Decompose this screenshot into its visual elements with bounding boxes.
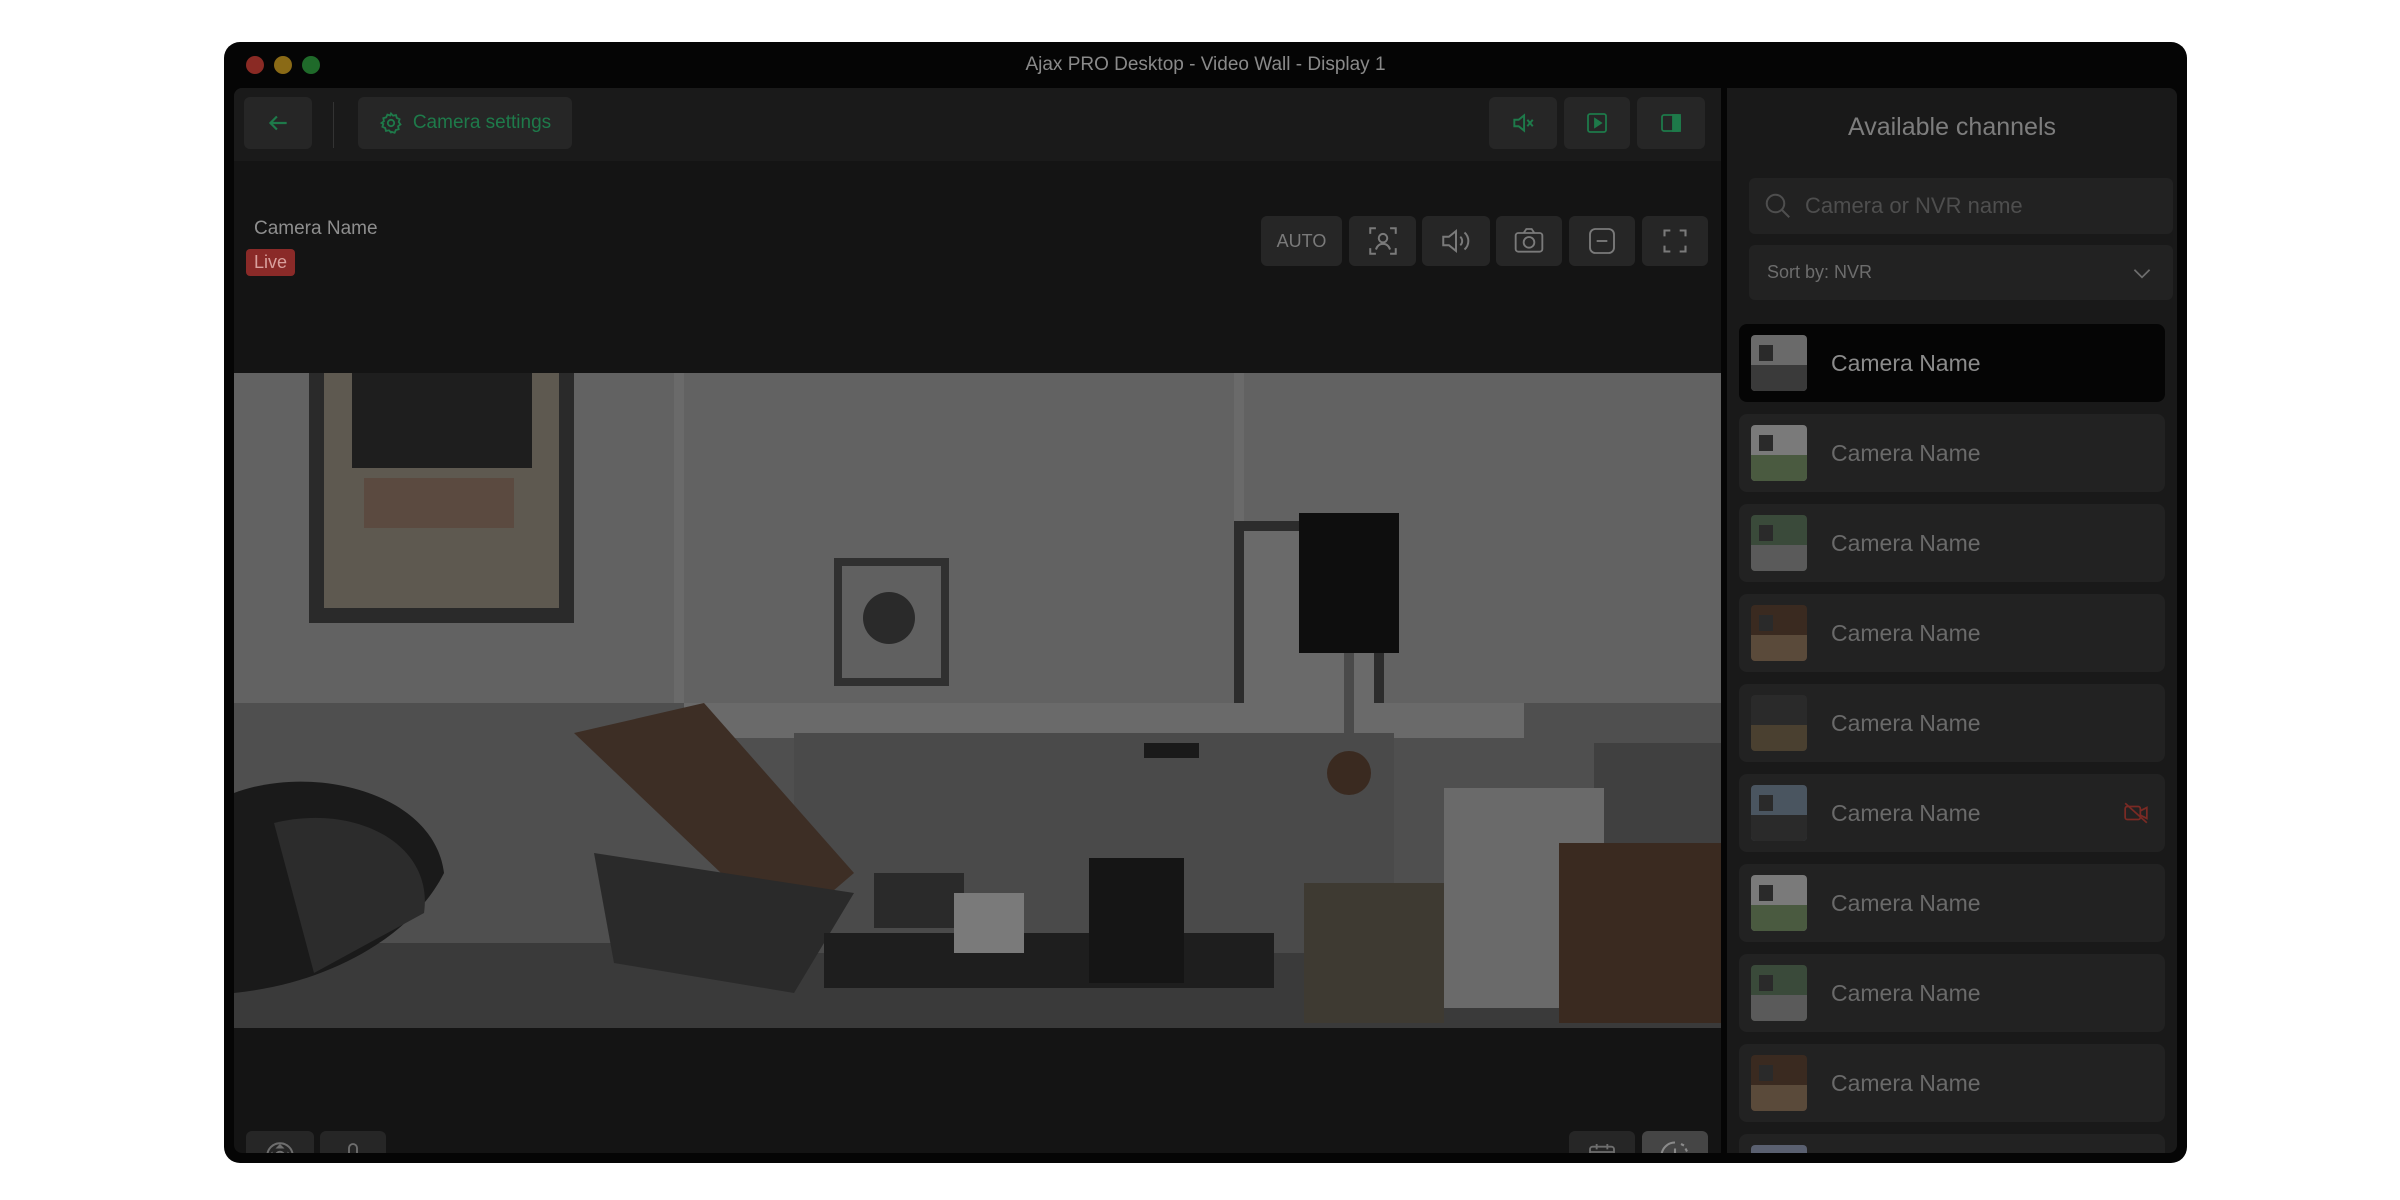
channel-item[interactable]: Camera Name bbox=[1739, 504, 2165, 582]
search-box bbox=[1749, 178, 2173, 234]
app-window: Ajax PRO Desktop - Video Wall - Display … bbox=[224, 42, 2187, 1163]
speaker-muted-icon bbox=[1513, 113, 1534, 133]
ptz-control-icon bbox=[266, 1142, 294, 1153]
channel-item[interactable]: Camera Name bbox=[1739, 684, 2165, 762]
zoom-auto-button[interactable]: AUTO bbox=[1261, 216, 1342, 266]
channel-label: Camera Name bbox=[1831, 349, 1981, 376]
channel-thumbnail bbox=[1751, 695, 1807, 751]
channel-label: Camera Name bbox=[1831, 619, 1981, 646]
chevron-down-icon bbox=[2133, 268, 2151, 279]
channel-label: Camera Name bbox=[1831, 709, 1981, 736]
channel-thumbnail bbox=[1751, 785, 1807, 841]
camera-name-label: Camera Name bbox=[254, 218, 378, 239]
channel-thumbnail bbox=[1751, 1145, 1807, 1153]
channel-thumbnail bbox=[1751, 875, 1807, 931]
top-toolbar: Camera settings bbox=[234, 88, 1721, 161]
video-pane: Camera settings Camera Name Live AUTO bbox=[234, 88, 1721, 1153]
channel-item[interactable]: Camera Name bbox=[1739, 864, 2165, 942]
camera-off-icon bbox=[2124, 802, 2148, 824]
ptz-control-button[interactable] bbox=[246, 1131, 314, 1153]
channel-label: Camera Name bbox=[1831, 439, 1981, 466]
channel-item[interactable]: Camera Name bbox=[1739, 954, 2165, 1032]
close-window-button[interactable] bbox=[246, 56, 264, 74]
channel-thumbnail bbox=[1751, 425, 1807, 481]
toolbar-divider bbox=[333, 102, 334, 148]
zoom-out-button[interactable] bbox=[1569, 216, 1635, 266]
fullscreen-button[interactable] bbox=[1642, 216, 1708, 266]
mute-button[interactable] bbox=[1489, 97, 1557, 149]
channel-item[interactable]: Camera Name bbox=[1739, 594, 2165, 672]
channel-thumbnail bbox=[1751, 335, 1807, 391]
channel-thumbnail bbox=[1751, 515, 1807, 571]
calendar-icon bbox=[1589, 1144, 1615, 1153]
minimize-window-button[interactable] bbox=[274, 56, 292, 74]
live-badge: Live bbox=[246, 249, 296, 276]
microphone-button[interactable] bbox=[320, 1131, 386, 1153]
face-scan-icon bbox=[1368, 227, 1397, 255]
fullscreen-icon bbox=[1663, 229, 1687, 253]
channel-label: Camera Name bbox=[1831, 529, 1981, 556]
window-title: Ajax PRO Desktop - Video Wall - Display … bbox=[1025, 54, 1386, 75]
search-icon bbox=[1765, 193, 1790, 218]
arrow-left-icon bbox=[268, 115, 287, 131]
sort-label: Sort by: NVR bbox=[1767, 262, 1873, 282]
microphone-icon bbox=[348, 1143, 358, 1153]
window-controls bbox=[246, 56, 320, 74]
gear-icon bbox=[379, 111, 402, 134]
camera-settings-button[interactable]: Camera settings bbox=[358, 97, 572, 149]
sidebar-toggle-button[interactable] bbox=[1637, 97, 1705, 149]
search-input[interactable] bbox=[1805, 193, 2135, 219]
channel-thumbnail bbox=[1751, 1055, 1807, 1111]
face-detect-button[interactable] bbox=[1349, 216, 1416, 266]
volume-button[interactable] bbox=[1422, 216, 1490, 266]
camera-icon bbox=[1514, 228, 1544, 253]
calendar-button[interactable] bbox=[1569, 1131, 1635, 1153]
panel-title: Available channels bbox=[1847, 113, 2057, 141]
channel-label: Camera Name bbox=[1831, 1069, 1981, 1096]
channel-item[interactable]: Camera Name bbox=[1739, 324, 2165, 402]
channel-label: Camera Name bbox=[1831, 889, 1981, 916]
available-channels-panel: Available channels Sort by: NVR Camera N… bbox=[1727, 88, 2177, 1153]
video-frame bbox=[234, 373, 1721, 1028]
sort-dropdown[interactable]: Sort by: NVR bbox=[1749, 245, 2173, 300]
channel-item[interactable]: Camera Name bbox=[1739, 774, 2165, 852]
speaker-icon bbox=[1442, 229, 1470, 253]
play-button[interactable] bbox=[1564, 97, 1630, 149]
sidebar-panel-icon bbox=[1661, 114, 1681, 132]
snapshot-button[interactable] bbox=[1496, 216, 1562, 266]
minus-square-icon bbox=[1589, 228, 1615, 254]
camera-settings-label: Camera settings bbox=[412, 112, 552, 133]
clock-history-icon bbox=[1660, 1141, 1688, 1153]
live-video-feed[interactable] bbox=[234, 373, 1721, 1028]
channel-label: Camera Name bbox=[1831, 979, 1981, 1006]
channel-label: Camera Name bbox=[1831, 799, 1981, 826]
channel-item[interactable]: Camera Name bbox=[1739, 414, 2165, 492]
channel-list: Camera Name Camera Name Camera Name Camera … bbox=[1739, 324, 2165, 1153]
title-bar: Ajax PRO Desktop - Video Wall - Display … bbox=[224, 42, 2187, 88]
channel-thumbnail bbox=[1751, 965, 1807, 1021]
back-button[interactable] bbox=[244, 97, 312, 149]
channel-thumbnail bbox=[1751, 605, 1807, 661]
history-button[interactable] bbox=[1642, 1131, 1708, 1153]
play-square-icon bbox=[1587, 113, 1607, 133]
maximize-window-button[interactable] bbox=[302, 56, 320, 74]
channel-item[interactable]: Camera Name bbox=[1739, 1044, 2165, 1122]
channel-item[interactable] bbox=[1739, 1134, 2165, 1153]
